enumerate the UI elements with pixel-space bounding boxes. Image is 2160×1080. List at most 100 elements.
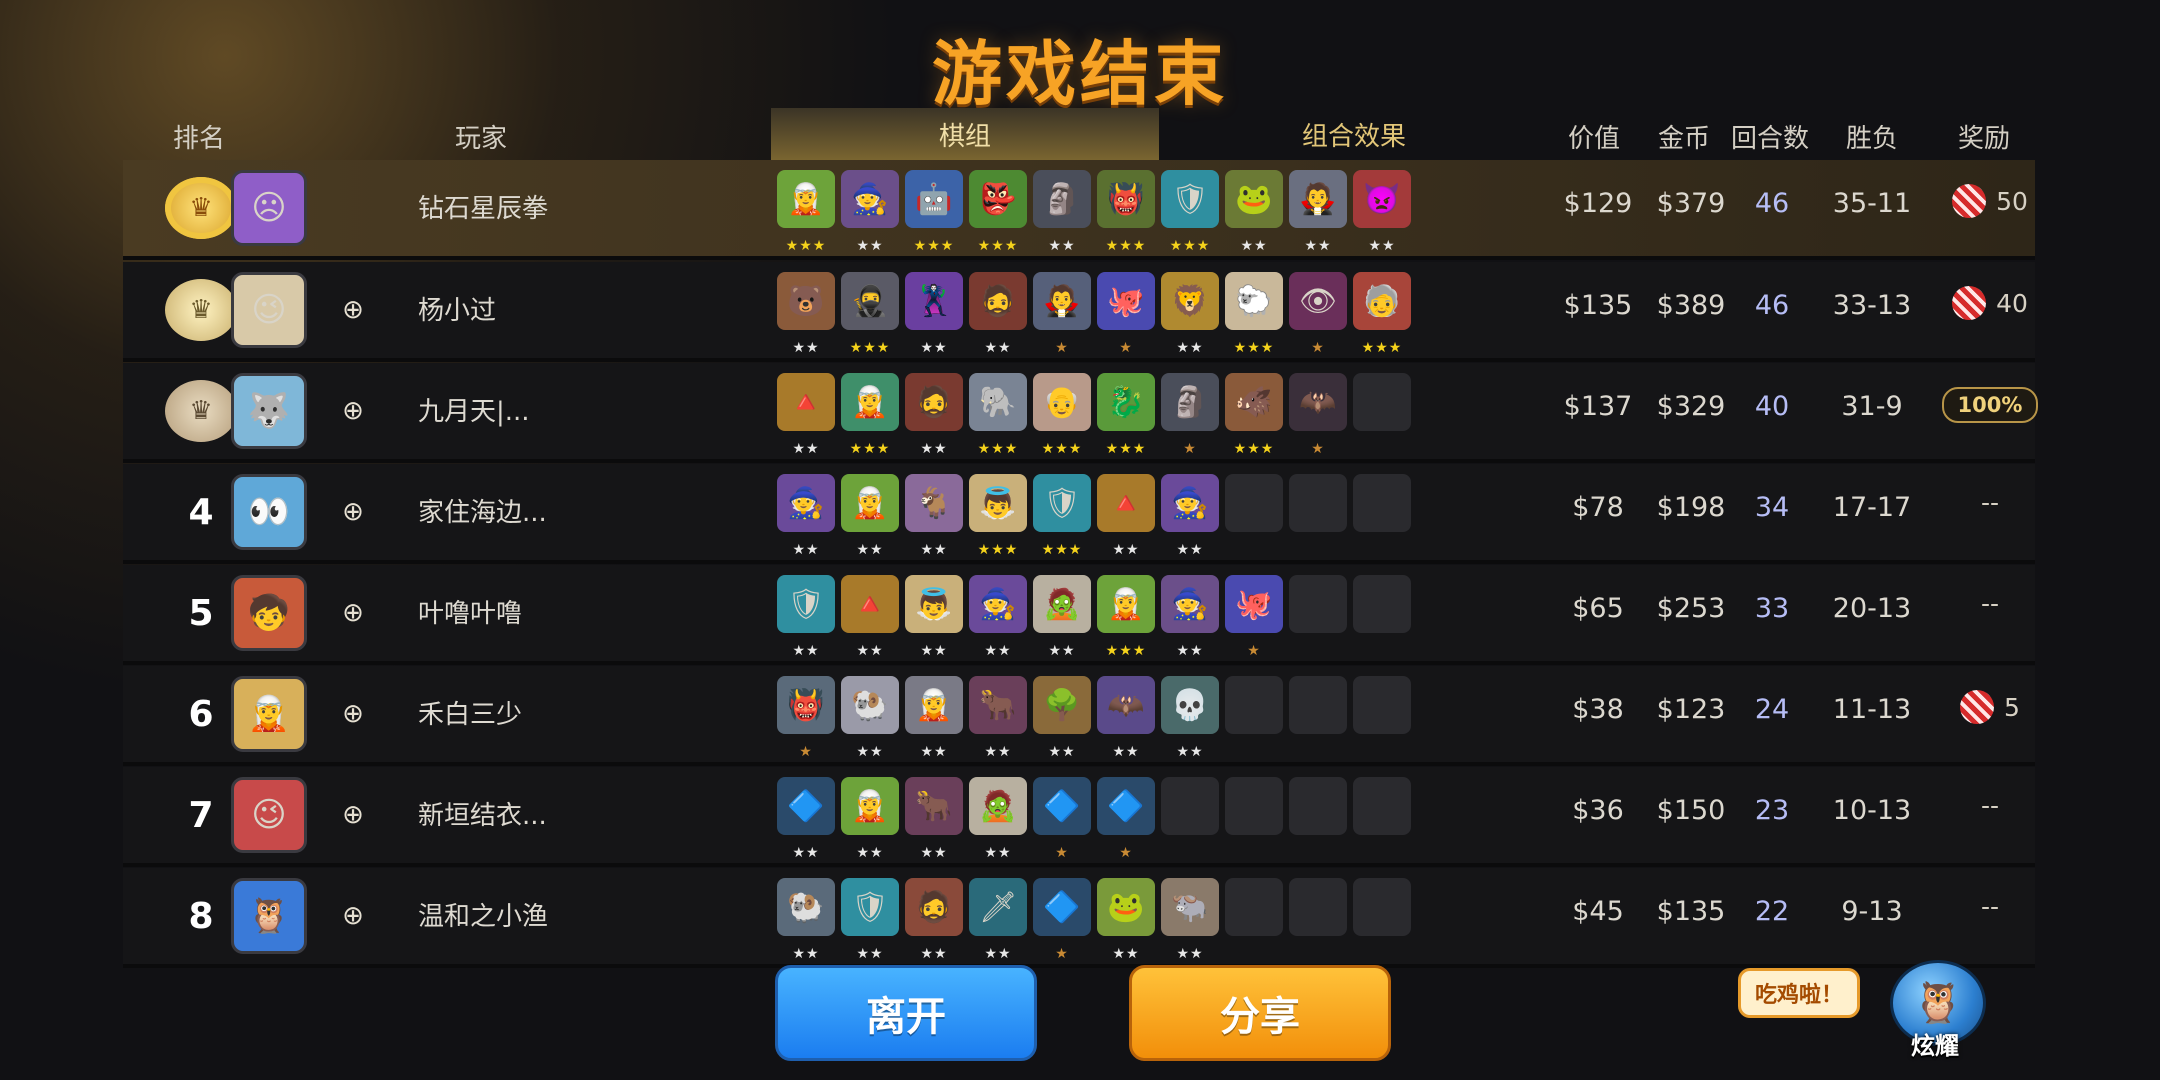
chess-piece-icon[interactable]: 🔺 ★★	[841, 575, 899, 659]
chess-piece-icon[interactable]: 🧙 ★★	[1161, 474, 1219, 558]
add-friend-icon[interactable]: ⊕	[338, 699, 368, 729]
piece-lineup: 🔺 ★★ 🧝 ★★★ 🧔 ★★ 🐘 ★★★ 👴 ★★★ 🐉 ★★★ 🗿 ★ 🐗 ★★★ 🦇 ★	[777, 373, 1411, 457]
chess-piece-icon[interactable]: 🧛 ★★	[1289, 170, 1347, 254]
chess-piece-icon[interactable]: 🧟 ★★	[969, 777, 1027, 861]
show-off-button[interactable]: 🦉 炫耀	[1890, 960, 1986, 1060]
chess-piece-icon[interactable]: 🦁 ★★	[1161, 272, 1219, 356]
chess-piece-icon[interactable]: 🧙 ★★	[841, 170, 899, 254]
chess-piece-icon[interactable]: 🧝 ★★	[905, 676, 963, 760]
chess-piece-icon[interactable]: 🌳 ★★	[1033, 676, 1091, 760]
star-rating: ★★	[920, 845, 948, 861]
chess-piece-icon[interactable]: 🐉 ★★★	[1097, 373, 1155, 457]
chess-piece-icon[interactable]: 👹 ★	[777, 676, 835, 760]
chess-piece-icon[interactable]: 🛡 ★★	[841, 878, 899, 962]
chess-piece-icon[interactable]: 🤖 ★★★	[905, 170, 963, 254]
table-row: ♛ 🐺 ⊕ 九月天|... 🔺 ★★ 🧝 ★★★ 🧔 ★★ 🐘 ★★★ 👴 ★★★ 🐉 ★★★ 🗿 ★ 🐗 ★★★ 🦇 ★…	[123, 363, 2039, 463]
empty-slot	[1353, 575, 1411, 633]
chess-piece-icon[interactable]: 🥷 ★★★	[841, 272, 899, 356]
chess-piece-icon[interactable]: 🐻 ★★	[777, 272, 835, 356]
star-rating: ★★	[984, 845, 1012, 861]
chess-piece-icon[interactable]: 🔷 ★	[1033, 878, 1091, 962]
avatar[interactable]: 🐺	[231, 373, 307, 449]
add-friend-icon[interactable]: ⊕	[338, 598, 368, 628]
candy-icon	[1952, 286, 1987, 320]
add-friend-icon[interactable]: ⊕	[338, 396, 368, 426]
chess-piece-icon[interactable]: 🔷 ★	[1097, 777, 1155, 861]
chess-piece-icon[interactable]: 🐸 ★★	[1225, 170, 1283, 254]
tab-synergy[interactable]: 组合效果	[1159, 108, 1549, 160]
chess-piece-icon[interactable]: 🧔 ★★	[905, 373, 963, 457]
star-rating: ★	[799, 744, 813, 760]
chess-piece-icon[interactable]: 🐂 ★★	[905, 777, 963, 861]
chess-piece-icon[interactable]: 👁 ★	[1289, 272, 1347, 356]
leave-button[interactable]: 离开	[775, 965, 1037, 1061]
share-button[interactable]: 分享	[1129, 965, 1391, 1061]
chess-piece-icon[interactable]: 🧛 ★	[1033, 272, 1091, 356]
chess-piece-icon[interactable]: 👼 ★★	[905, 575, 963, 659]
chess-piece-icon[interactable]: 🧓 ★★★	[1353, 272, 1411, 356]
chess-piece-icon[interactable]: 🧔 ★★	[969, 272, 1027, 356]
add-friend-icon[interactable]: ⊕	[338, 497, 368, 527]
chess-piece-icon[interactable]: 🛡 ★★	[777, 575, 835, 659]
piece-lineup: 🔷 ★★ 🧝 ★★ 🐂 ★★ 🧟 ★★ 🔷 ★ 🔷 ★	[777, 777, 1411, 861]
reward-amount: 40	[1996, 288, 2028, 318]
piece-lineup: 👹 ★ 🐏 ★★ 🧝 ★★ 🐂 ★★ 🌳 ★★ 🦇 ★★ 💀 ★★	[777, 676, 1411, 760]
chess-piece-icon[interactable]: 🐙 ★	[1225, 575, 1283, 659]
chess-piece-icon[interactable]: 🐐 ★★	[905, 474, 963, 558]
avatar[interactable]: 🧝	[231, 676, 307, 752]
tab-lineup[interactable]: 棋组	[771, 108, 1159, 163]
chess-piece-icon[interactable]: 🐃 ★★	[1161, 878, 1219, 962]
chess-piece-icon[interactable]: 🐂 ★★	[969, 676, 1027, 760]
chess-piece-icon[interactable]: 🔷 ★	[1033, 777, 1091, 861]
chess-piece-icon[interactable]: 🦇 ★★	[1097, 676, 1155, 760]
avatar[interactable]: 😉	[231, 272, 307, 348]
chess-piece-icon[interactable]: 🔺 ★★	[777, 373, 835, 457]
chess-piece-icon[interactable]: 🐏 ★★	[777, 878, 835, 962]
chess-piece-icon[interactable]: 🧝 ★★★	[841, 373, 899, 457]
chess-piece-icon[interactable]: 🗡 ★★	[969, 878, 1027, 962]
reward-amount: --	[1980, 488, 2000, 517]
chess-piece-icon[interactable]: 🧝 ★★	[841, 474, 899, 558]
add-friend-icon[interactable]: ⊕	[338, 800, 368, 830]
chess-piece-icon[interactable]: 🐘 ★★★	[969, 373, 1027, 457]
chess-piece-icon[interactable]: 👺 ★★★	[969, 170, 1027, 254]
avatar[interactable]: 🦉	[231, 878, 307, 954]
chess-piece-icon[interactable]: 🧔 ★★	[905, 878, 963, 962]
avatar[interactable]: 🧒	[231, 575, 307, 651]
chess-piece-icon[interactable]: 🐸 ★★	[1097, 878, 1155, 962]
avatar[interactable]: 👀	[231, 474, 307, 550]
add-friend-icon[interactable]: ⊕	[338, 295, 368, 325]
chess-piece-icon[interactable]: 💀 ★★	[1161, 676, 1219, 760]
star-rating: ★★★	[977, 542, 1019, 558]
chess-piece-icon[interactable]: 🛡 ★★★	[1033, 474, 1091, 558]
chess-piece-icon[interactable]: 👼 ★★★	[969, 474, 1027, 558]
chess-piece-icon[interactable]: 🔷 ★★	[777, 777, 835, 861]
chess-piece-icon[interactable]: 👴 ★★★	[1033, 373, 1091, 457]
chess-piece-icon[interactable]: 🐙 ★	[1097, 272, 1155, 356]
chess-piece-icon[interactable]: 🧝 ★★★	[777, 170, 835, 254]
avatar[interactable]: 😉	[231, 777, 307, 853]
table-row: 5 🧒 ⊕ 叶噜叶噜 🛡 ★★ 🔺 ★★ 👼 ★★ 🧙 ★★ 🧟 ★★ 🧝 ★★★ 🧙 ★★ 🐙 ★ $65 $253 33…	[123, 565, 2035, 665]
header-reward: 奖励	[1958, 124, 2011, 154]
chess-piece-icon[interactable]: 🔺 ★★	[1097, 474, 1155, 558]
add-friend-icon[interactable]: ⊕	[338, 901, 368, 931]
chess-piece-icon[interactable]: 🦇 ★	[1289, 373, 1347, 457]
chess-piece-icon[interactable]: 🗿 ★	[1161, 373, 1219, 457]
chess-piece-icon[interactable]: 🧙 ★★	[1161, 575, 1219, 659]
chess-piece-icon[interactable]: 🐗 ★★★	[1225, 373, 1283, 457]
chess-piece-icon[interactable]: 🧝 ★★	[841, 777, 899, 861]
chess-piece-icon[interactable]: 👹 ★★★	[1097, 170, 1155, 254]
chess-piece-icon[interactable]: 🧟 ★★	[1033, 575, 1091, 659]
avatar[interactable]: ☹	[231, 170, 307, 246]
chess-piece-icon[interactable]: 🐏 ★★	[841, 676, 899, 760]
chess-piece-icon[interactable]: 🛡 ★★★	[1161, 170, 1219, 254]
chess-piece-icon[interactable]: 🦹 ★★	[905, 272, 963, 356]
chess-piece-icon[interactable]: 🧙 ★★	[777, 474, 835, 558]
chess-piece-icon[interactable]: 🐑 ★★★	[1225, 272, 1283, 356]
chess-piece-icon[interactable]: 👿 ★★	[1353, 170, 1411, 254]
chess-piece-icon[interactable]: 🗿 ★★	[1033, 170, 1091, 254]
star-rating: ★★★	[1361, 340, 1403, 356]
chess-piece-icon[interactable]: 🧙 ★★	[969, 575, 1027, 659]
value-cell: $129	[1563, 188, 1633, 219]
chess-piece-icon[interactable]: 🧝 ★★★	[1097, 575, 1155, 659]
